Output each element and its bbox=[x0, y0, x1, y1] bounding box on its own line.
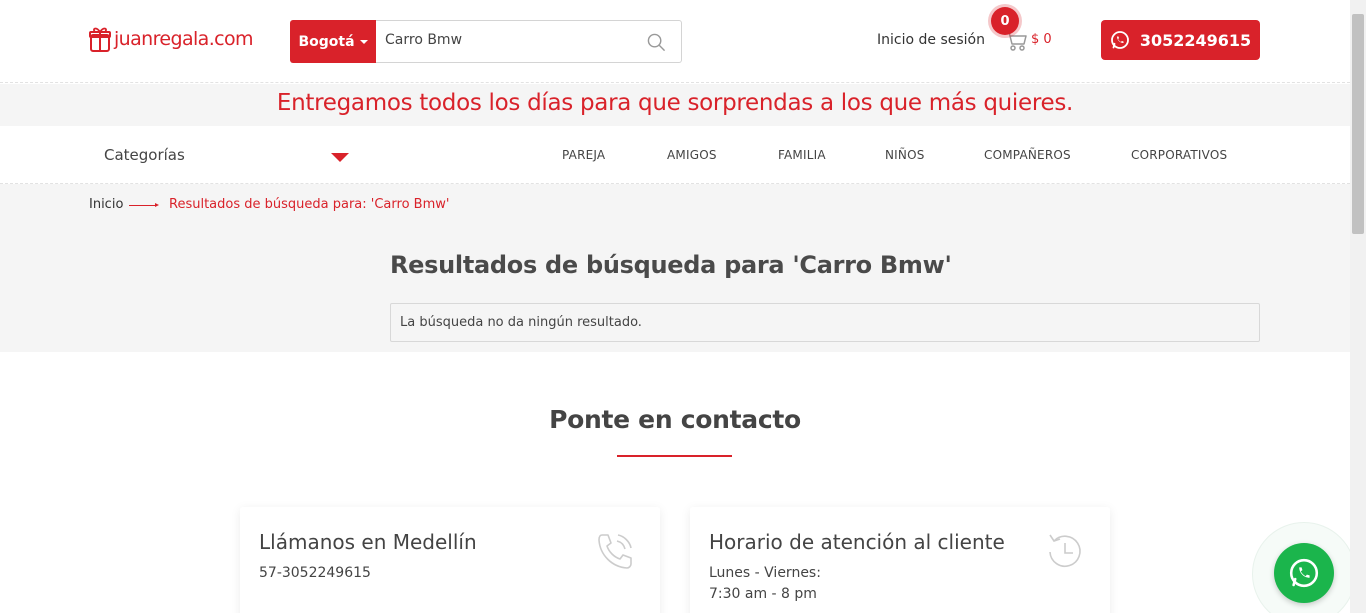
whatsapp-button[interactable]: 3052249615 bbox=[1101, 20, 1260, 60]
card-phone-number[interactable]: 57-3052249615 bbox=[259, 565, 371, 581]
city-label: Bogotá bbox=[298, 33, 355, 50]
scrollbar-thumb[interactable] bbox=[1352, 14, 1364, 234]
nav-link-pareja[interactable]: PAREJA bbox=[562, 148, 605, 162]
nav-link-ninos[interactable]: NIÑOS bbox=[885, 148, 925, 162]
logo-text: juanregala.com bbox=[114, 28, 254, 50]
card-title: Llámanos en Medellín bbox=[259, 530, 477, 554]
whatsapp-icon bbox=[1289, 558, 1319, 588]
cart-count-badge: 0 bbox=[991, 7, 1019, 35]
breadcrumb-arrow-icon bbox=[129, 203, 159, 207]
page: juanregala.com Bogotá Inicio de sesión 0… bbox=[0, 0, 1366, 613]
main-nav: Categorías PAREJA AMIGOS FAMILIA NIÑOS C… bbox=[0, 126, 1350, 184]
caret-down-icon bbox=[359, 39, 368, 44]
contact-title: Ponte en contacto bbox=[549, 405, 801, 434]
phone-icon bbox=[598, 534, 632, 569]
banner-text: Entregamos todos los días para que sorpr… bbox=[276, 90, 1074, 116]
categories-dropdown[interactable]: Categorías bbox=[104, 146, 185, 164]
contact-divider bbox=[617, 455, 732, 457]
nav-link-familia[interactable]: FAMILIA bbox=[778, 148, 826, 162]
page-title: Resultados de búsqueda para 'Carro Bmw' bbox=[390, 251, 952, 279]
whatsapp-icon bbox=[1110, 31, 1129, 49]
site-header: juanregala.com Bogotá Inicio de sesión 0… bbox=[0, 0, 1350, 83]
search-icon[interactable] bbox=[647, 33, 666, 52]
login-link[interactable]: Inicio de sesión bbox=[877, 32, 985, 48]
search-input[interactable] bbox=[385, 32, 635, 48]
card-title: Horario de atención al cliente bbox=[709, 530, 1005, 554]
contact-card-hours: Horario de atención al cliente Lunes - V… bbox=[690, 507, 1110, 613]
clock-icon bbox=[1049, 534, 1081, 568]
contact-card-phone: Llámanos en Medellín 57-3052249615 bbox=[240, 507, 660, 613]
nav-link-amigos[interactable]: AMIGOS bbox=[667, 148, 717, 162]
breadcrumb-current: Resultados de búsqueda para: 'Carro Bmw' bbox=[169, 197, 450, 212]
nav-link-corporativos[interactable]: CORPORATIVOS bbox=[1131, 148, 1227, 162]
results-section: Inicio Resultados de búsqueda para: 'Car… bbox=[0, 184, 1350, 352]
cart-total[interactable]: $ 0 bbox=[1031, 32, 1052, 47]
card-hours-days: Lunes - Viernes: bbox=[709, 565, 821, 581]
whatsapp-float-button[interactable] bbox=[1274, 543, 1334, 603]
gift-icon bbox=[89, 27, 111, 52]
logo[interactable]: juanregala.com bbox=[89, 25, 254, 53]
no-results-notice: La búsqueda no da ningún resultado. bbox=[390, 303, 1260, 342]
categories-caret-icon[interactable] bbox=[331, 153, 349, 162]
whatsapp-number: 3052249615 bbox=[1139, 30, 1252, 50]
city-select-button[interactable]: Bogotá bbox=[290, 20, 376, 63]
page-scrollbar[interactable] bbox=[1350, 0, 1366, 613]
nav-link-companeros[interactable]: COMPAÑEROS bbox=[984, 148, 1071, 162]
breadcrumb-home[interactable]: Inicio bbox=[89, 197, 123, 212]
promo-banner: Entregamos todos los días para que sorpr… bbox=[0, 84, 1350, 126]
search-box bbox=[376, 20, 682, 63]
card-hours-time: 7:30 am - 8 pm bbox=[709, 586, 817, 602]
